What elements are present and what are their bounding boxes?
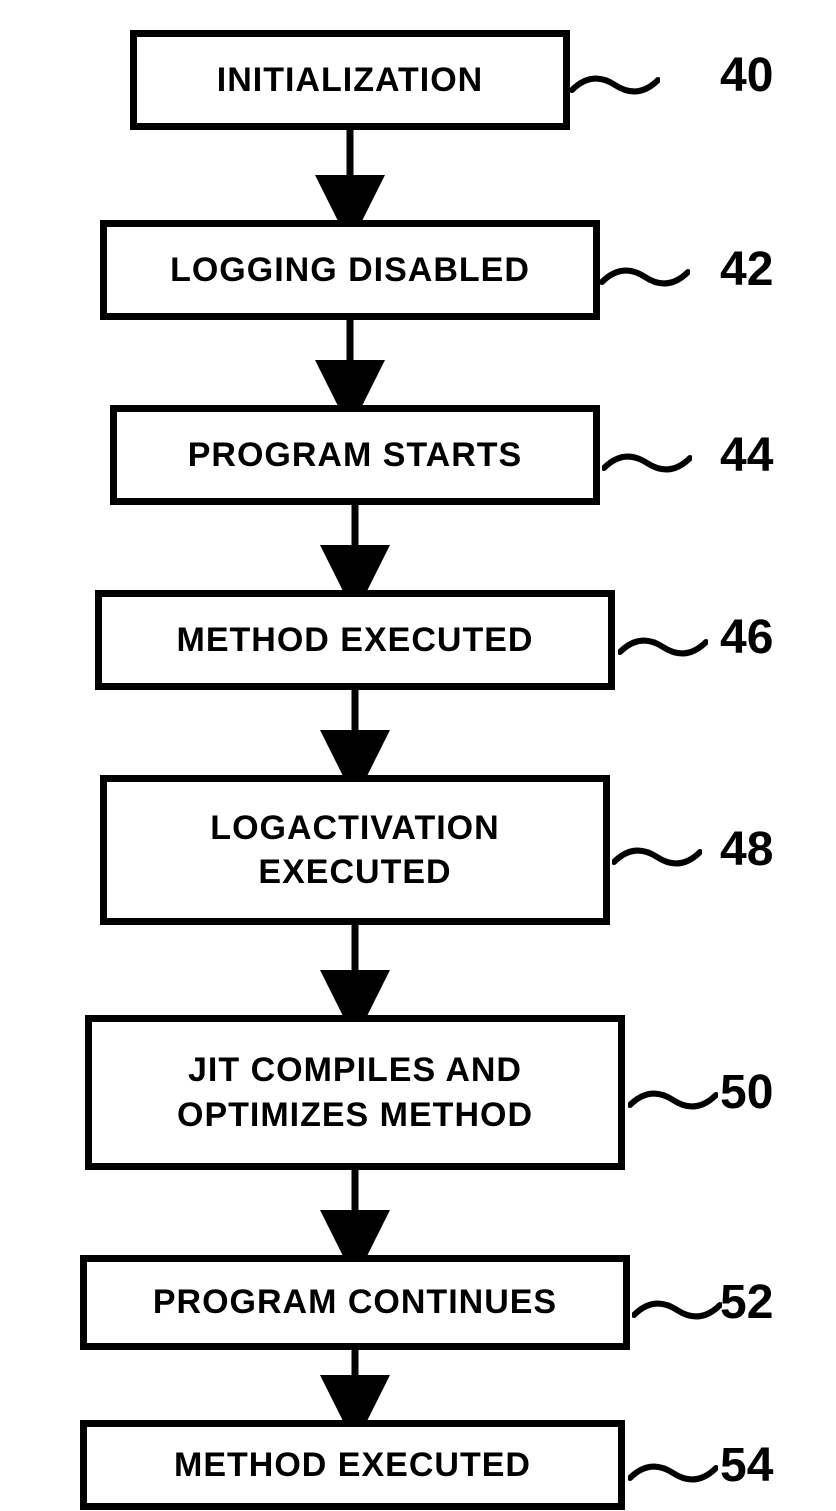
- step-number: 42: [720, 242, 773, 297]
- step-number: 54: [720, 1438, 773, 1493]
- step-method-executed-2: METHOD EXECUTED: [80, 1420, 625, 1510]
- step-program-continues: PROGRAM CONTINUES: [80, 1255, 630, 1350]
- step-number: 50: [720, 1065, 773, 1120]
- step-number: 52: [720, 1275, 773, 1330]
- callout-connector: [600, 262, 690, 292]
- step-number: 44: [720, 428, 773, 483]
- callout-connector: [632, 1295, 722, 1325]
- step-logging-disabled: LOGGING DISABLED: [100, 220, 600, 320]
- step-number: 40: [720, 48, 773, 103]
- step-number: 48: [720, 822, 773, 877]
- step-method-executed-1: METHOD EXECUTED: [95, 590, 615, 690]
- callout-connector: [628, 1458, 718, 1488]
- callout-connector: [602, 448, 692, 478]
- callout-connector: [628, 1085, 718, 1115]
- step-jit-compiles: JIT COMPILES AND OPTIMIZES METHOD: [85, 1015, 625, 1170]
- step-text: JIT COMPILES AND OPTIMIZES METHOD: [102, 1048, 608, 1136]
- step-text: LOGGING DISABLED: [170, 248, 530, 292]
- step-text: INITIALIZATION: [217, 58, 483, 102]
- flowchart: INITIALIZATION LOGGING DISABLED PROGRAM …: [0, 0, 836, 1511]
- step-text: METHOD EXECUTED: [177, 618, 534, 662]
- step-logactivation-executed: LOGACTIVATION EXECUTED: [100, 775, 610, 925]
- step-text: PROGRAM CONTINUES: [153, 1280, 557, 1324]
- step-program-starts: PROGRAM STARTS: [110, 405, 600, 505]
- step-text: LOGACTIVATION EXECUTED: [117, 806, 593, 894]
- step-text: METHOD EXECUTED: [174, 1443, 531, 1487]
- step-number: 46: [720, 610, 773, 665]
- callout-connector: [618, 632, 708, 662]
- step-text: PROGRAM STARTS: [188, 433, 522, 477]
- callout-connector: [570, 70, 660, 100]
- step-initialization: INITIALIZATION: [130, 30, 570, 130]
- callout-connector: [612, 842, 702, 872]
